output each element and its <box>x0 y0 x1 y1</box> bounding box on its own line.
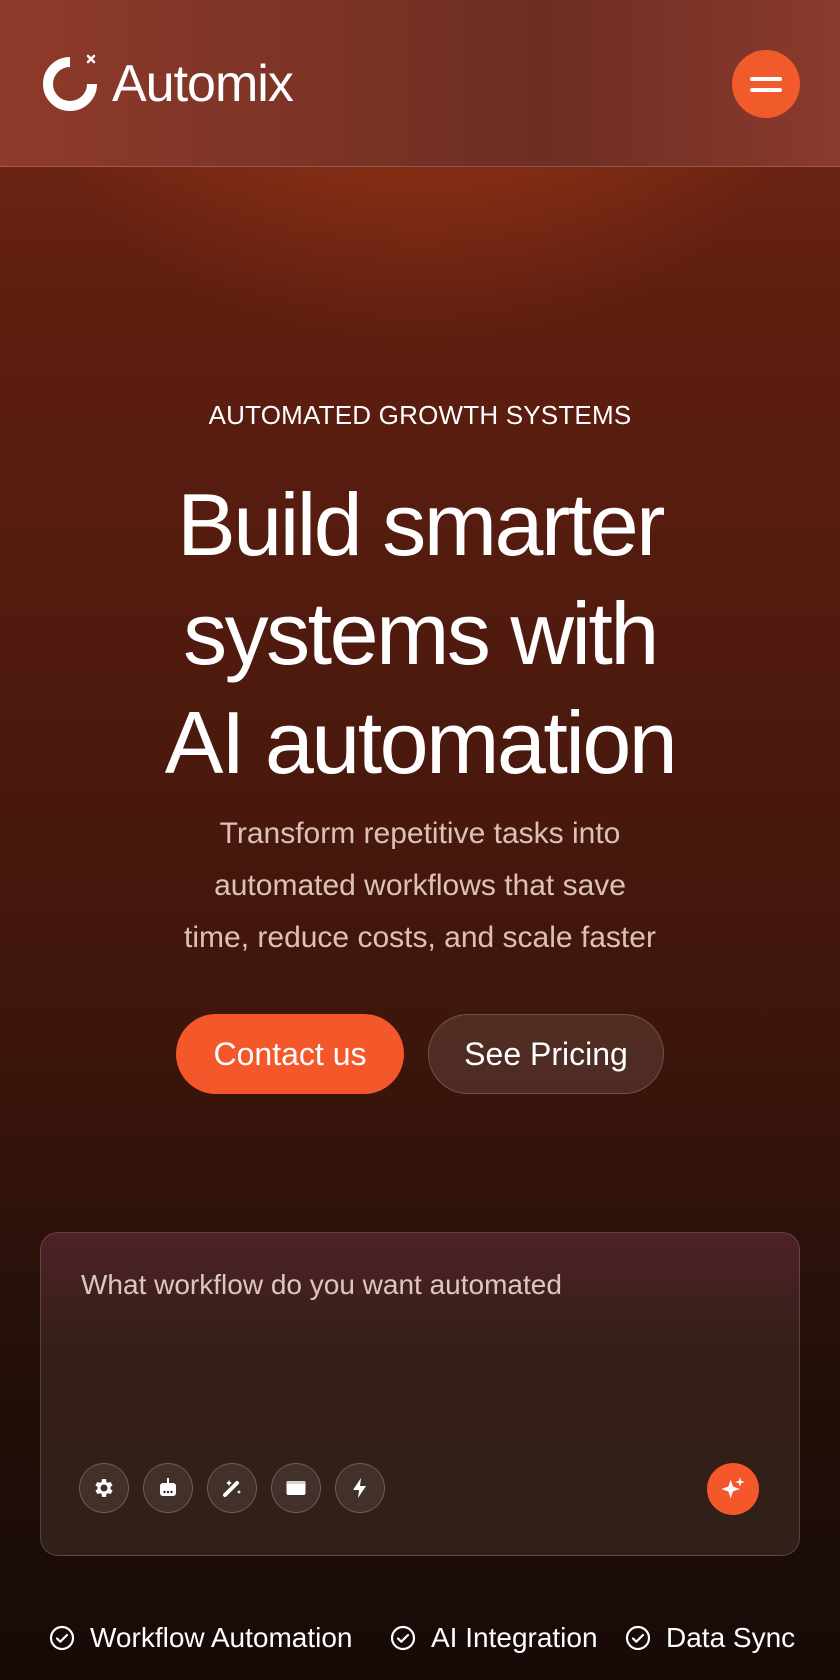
subcopy-line: time, reduce costs, and scale faster <box>184 921 656 954</box>
hero-eyebrow: AUTOMATED GROWTH SYSTEMS <box>208 400 632 430</box>
feature-label: Data Sync <box>666 1622 796 1653</box>
feature-item: Workflow Automation <box>48 1622 353 1654</box>
generate-button[interactable] <box>707 1463 759 1515</box>
headline-line: systems with <box>183 584 659 683</box>
bolt-icon <box>353 1478 366 1498</box>
hamburger-menu-icon <box>750 76 782 81</box>
feature-label: Workflow Automation <box>90 1622 353 1653</box>
check-circle-icon <box>390 1625 416 1651</box>
feature-item: AI Integration <box>389 1622 598 1654</box>
subcopy-line: Transform repetitive tasks into <box>219 817 621 850</box>
contact-us-button[interactable]: Contact us <box>176 1014 404 1094</box>
feature-list: Workflow Automation AI Integration Data … <box>0 1622 840 1666</box>
headline-line: Build smarter <box>177 475 665 574</box>
headline-line: AI automation <box>164 693 678 792</box>
see-pricing-button[interactable]: See Pricing <box>428 1014 664 1094</box>
gear-icon <box>95 1479 113 1497</box>
window-icon <box>286 1481 306 1495</box>
workflow-prompt-input[interactable]: What workflow do you want automated <box>81 1269 761 1301</box>
brand-logo[interactable]: Automix <box>40 52 294 116</box>
bot-tool-button[interactable] <box>143 1463 193 1513</box>
hero-subcopy: Transform repetitive tasks into automate… <box>140 808 700 964</box>
workflow-prompt-card: What workflow do you want automated <box>40 1232 800 1556</box>
menu-button[interactable] <box>732 50 800 118</box>
wand-icon <box>223 1480 241 1497</box>
page: Automix AUTOMATED GROWTH SYSTEMS Build s… <box>0 0 840 1680</box>
robot-icon <box>160 1478 176 1496</box>
hero-headline: Build smarter systems with AI automation <box>60 470 780 797</box>
hamburger-menu-icon <box>750 87 782 92</box>
site-header: Automix <box>0 0 840 167</box>
check-circle-icon <box>625 1625 651 1651</box>
brand-name: Automix <box>112 55 294 113</box>
ring-logo-icon <box>43 54 97 111</box>
settings-tool-button[interactable] <box>79 1463 129 1513</box>
check-circle-icon <box>49 1625 75 1651</box>
feature-item: Data Sync <box>624 1622 795 1654</box>
subcopy-line: automated workflows that save <box>214 869 626 902</box>
feature-label: AI Integration <box>431 1622 598 1653</box>
window-tool-button[interactable] <box>271 1463 321 1513</box>
magic-tool-button[interactable] <box>207 1463 257 1513</box>
sparkle-icon <box>721 1477 745 1499</box>
quick-action-tool-button[interactable] <box>335 1463 385 1513</box>
